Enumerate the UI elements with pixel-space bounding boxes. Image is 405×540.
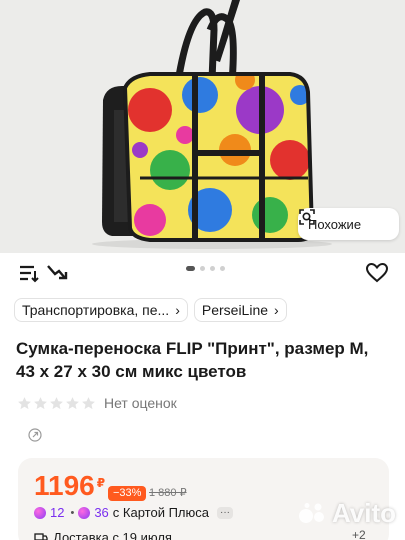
price-currency: ₽ (96, 476, 106, 490)
external-link-icon[interactable] (28, 428, 42, 442)
star-icon (66, 396, 79, 409)
more-icon[interactable]: ··· (216, 506, 233, 519)
watermark-text: Avito (332, 498, 397, 528)
rating-text: Нет оценок (104, 395, 177, 411)
rating-row[interactable]: Нет оценок (17, 395, 177, 411)
star-icon (34, 396, 47, 409)
breadcrumb-label: PerseiLine (201, 302, 269, 318)
price: 1196 ₽ (34, 470, 105, 502)
plus-points-2: 36 (94, 505, 109, 520)
gallery-dots (186, 266, 225, 271)
breadcrumb-item-category[interactable]: Транспортировка, пе... › (14, 298, 188, 322)
star-icon (18, 396, 31, 409)
old-price: 1 880 ₽ (149, 487, 187, 499)
product-photo[interactable]: Похожие (0, 0, 405, 253)
delivery-icon (34, 532, 48, 540)
price-value: 1196 (34, 470, 95, 501)
plus-points-1: 12 (50, 505, 65, 520)
extra-count: +2 (352, 528, 366, 540)
chevron-right-icon: › (274, 302, 279, 318)
gallery-dot[interactable] (200, 266, 205, 271)
delivery-text: Доставка с 19 июля (53, 530, 172, 540)
gallery-dot[interactable] (186, 266, 195, 271)
gallery-dot[interactable] (210, 266, 215, 271)
plus-cashback-row[interactable]: 12 • 36 с Картой Плюса ··· (34, 505, 233, 520)
similar-button[interactable]: Похожие (298, 208, 399, 240)
filter-list-icon[interactable] (17, 261, 41, 285)
product-toolbar (0, 256, 405, 290)
chevron-right-icon: › (175, 302, 180, 318)
watermark: Avito (298, 498, 396, 529)
star-icon (82, 396, 95, 409)
product-title: Сумка-переноска FLIP "Принт", размер М, … (16, 339, 369, 381)
discount-badge: −33% (108, 486, 147, 501)
sort-arrow-icon[interactable] (45, 261, 69, 285)
breadcrumb: Транспортировка, пе... › PerseiLine › (14, 298, 287, 322)
separator-dot: • (70, 506, 75, 519)
lens-icon (299, 209, 315, 225)
heart-icon[interactable] (365, 261, 389, 285)
plus-points-icon (78, 506, 91, 519)
avito-logo-icon (299, 502, 324, 523)
star-icon (50, 396, 63, 409)
breadcrumb-label: Транспортировка, пе... (22, 302, 170, 318)
breadcrumb-item-brand[interactable]: PerseiLine › (193, 298, 287, 322)
delivery-row: Доставка с 19 июля (34, 530, 172, 540)
plus-points-icon (34, 506, 46, 519)
gallery-dot[interactable] (220, 266, 225, 271)
plus-card-text: с Картой Плюса (112, 505, 209, 520)
